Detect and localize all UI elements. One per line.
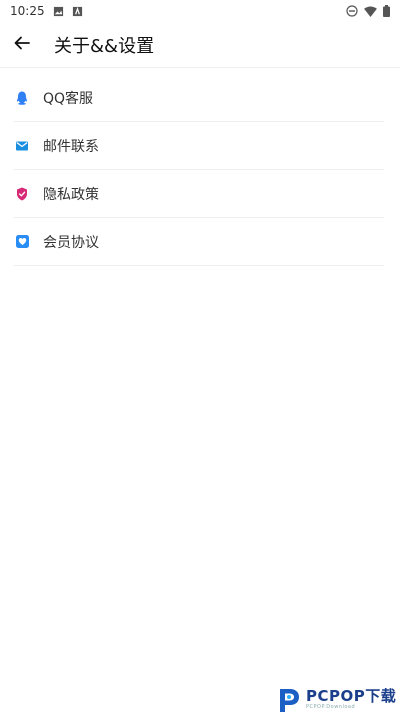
app-notification-icon: [72, 6, 83, 17]
menu-item-label: QQ客服: [43, 90, 94, 107]
menu-item-email-contact[interactable]: 邮件联系: [14, 122, 384, 170]
menu-item-member-agreement[interactable]: 会员协议: [14, 218, 384, 266]
shield-icon: [14, 186, 30, 202]
menu-item-qq-service[interactable]: QQ客服: [14, 74, 384, 122]
wifi-icon: [364, 5, 377, 17]
pcpop-logo-icon: [274, 684, 304, 714]
qq-icon: [14, 90, 30, 106]
menu-item-label: 会员协议: [43, 234, 99, 251]
status-bar: 10:25: [0, 0, 400, 22]
heart-icon: [14, 234, 30, 250]
menu-item-label: 邮件联系: [43, 138, 99, 155]
app-bar: 关于&&设置: [0, 22, 400, 68]
page-title: 关于&&设置: [54, 35, 155, 57]
do-not-disturb-icon: [346, 5, 358, 17]
watermark-brand: PCPOP下载: [306, 686, 397, 705]
watermark-subtitle: PCPOP.Download: [306, 703, 356, 710]
mail-icon: [14, 138, 30, 154]
menu-item-privacy-policy[interactable]: 隐私政策: [14, 170, 384, 218]
menu-item-label: 隐私政策: [43, 186, 99, 203]
battery-icon: [383, 5, 390, 17]
image-notification-icon: [53, 6, 64, 17]
arrow-left-icon: [14, 35, 30, 55]
watermark: PCPOP下载 PCPOP.Download: [274, 682, 398, 716]
status-time: 10:25: [10, 4, 45, 18]
back-button[interactable]: [0, 23, 44, 67]
settings-list: QQ客服 邮件联系 隐私政策 会员协议: [0, 74, 400, 266]
